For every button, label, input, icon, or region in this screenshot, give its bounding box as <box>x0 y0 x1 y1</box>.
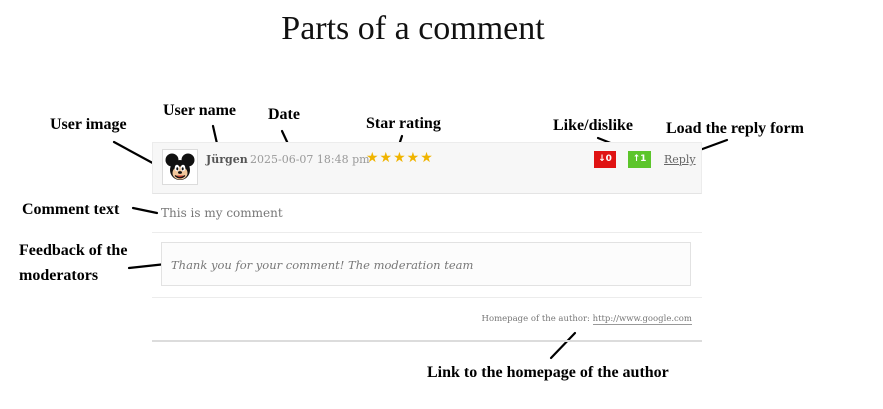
card-bottom-border <box>152 340 702 342</box>
label-like-dislike: Like/dislike <box>553 117 634 134</box>
comment-date: 2025-06-07 18:48 pm <box>250 153 370 166</box>
author-homepage: Homepage of the author: http://www.googl… <box>481 314 692 325</box>
homepage-link[interactable]: http://www.google.com <box>592 314 692 325</box>
label-reply-form: Load the reply form <box>666 120 804 137</box>
comment-card: Jürgen 2025-06-07 18:48 pm ★★★★★ ↓0 ↑1 R… <box>152 142 702 342</box>
dislike-button[interactable]: ↓0 <box>594 151 616 168</box>
comment-header: Jürgen 2025-06-07 18:48 pm ★★★★★ ↓0 ↑1 R… <box>152 142 702 194</box>
comment-text: This is my comment <box>161 206 283 220</box>
label-feedback-line2: moderators <box>19 267 99 284</box>
label-homepage-link: Link to the homepage of the author <box>427 364 669 381</box>
moderator-feedback-box: Thank you for your comment! The moderati… <box>161 242 691 286</box>
label-star-rating: Star rating <box>366 115 441 132</box>
label-comment-text: Comment text <box>22 201 120 218</box>
like-button[interactable]: ↑1 <box>628 151 651 168</box>
label-user-name: User name <box>163 102 237 119</box>
avatar <box>162 149 198 185</box>
divider <box>152 232 702 233</box>
reply-link[interactable]: Reply <box>664 153 696 166</box>
star-rating[interactable]: ★★★★★ <box>366 150 434 166</box>
divider <box>152 297 702 298</box>
comment-user-name[interactable]: Jürgen <box>206 153 248 166</box>
label-feedback-line1: Feedback of the <box>19 242 128 259</box>
label-date: Date <box>268 106 300 123</box>
homepage-label: Homepage of the author: <box>481 314 590 324</box>
moderator-feedback-text: Thank you for your comment! The moderati… <box>171 258 474 272</box>
mickey-mouse-avatar-icon <box>165 153 195 180</box>
label-user-image: User image <box>50 116 127 133</box>
